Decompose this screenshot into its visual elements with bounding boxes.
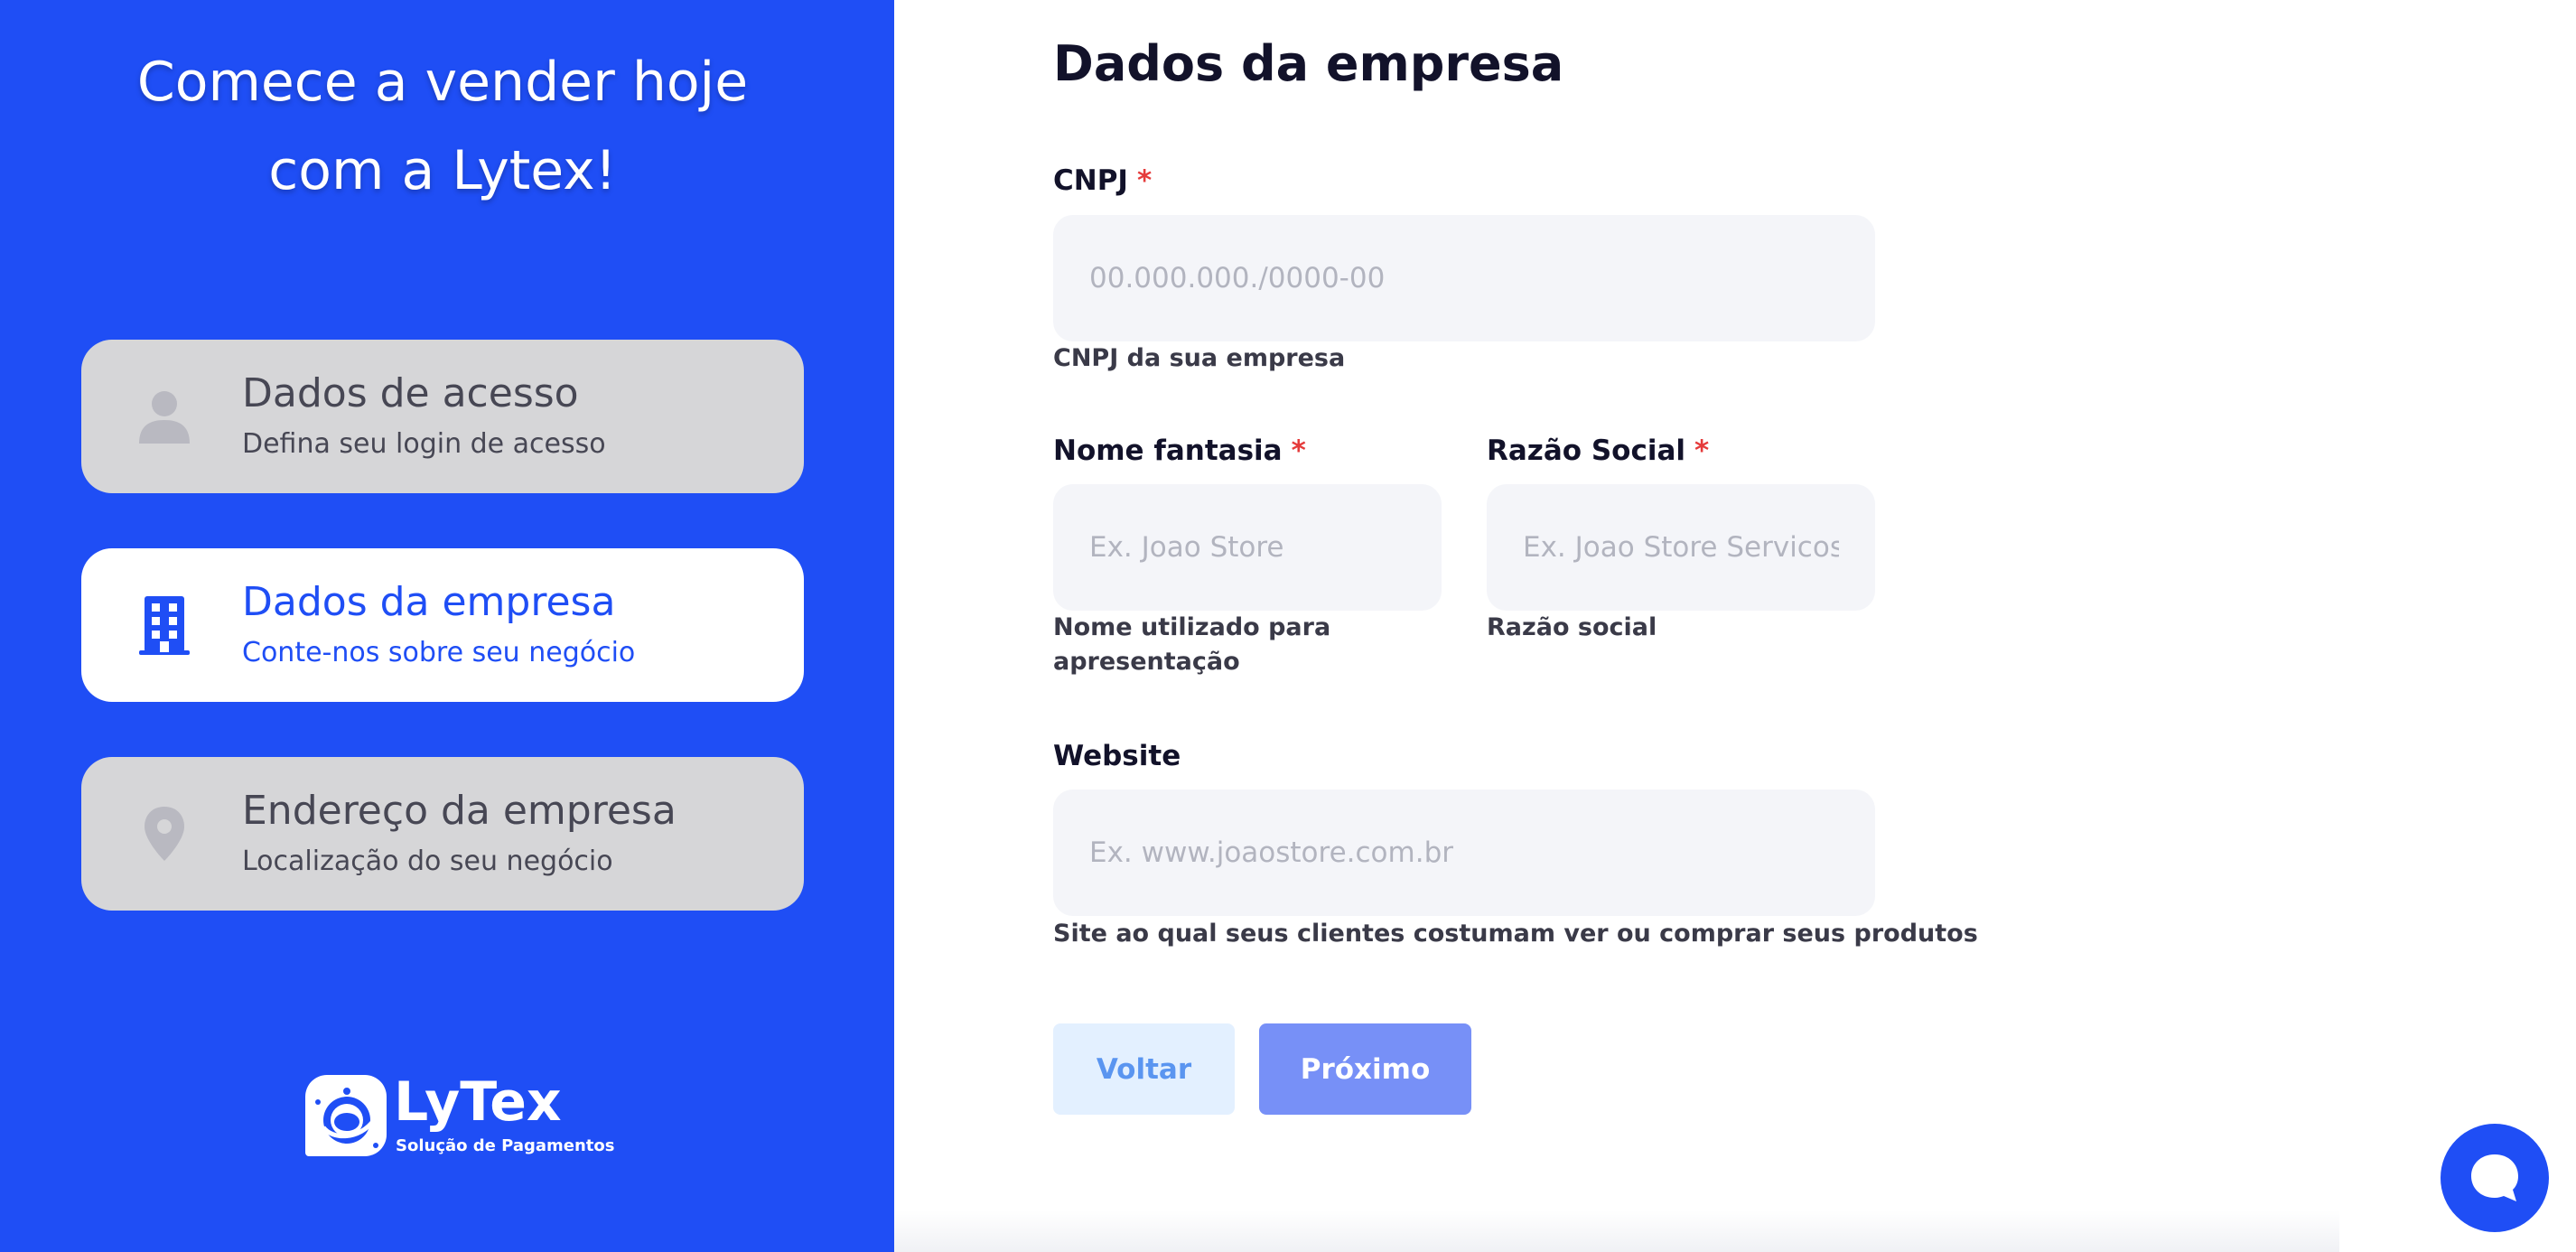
chat-bubble-icon — [2471, 1154, 2518, 1201]
step-title: Dados de acesso — [242, 370, 579, 416]
step-title: Endereço da empresa — [242, 788, 677, 834]
razao-social-input[interactable] — [1487, 484, 1875, 611]
hero-heading: Comece a vender hoje com a Lytex! — [0, 38, 885, 215]
razao-social-label-text: Razão Social — [1487, 434, 1686, 467]
step-endereco-da-empresa[interactable]: Endereço da empresa Localização do seu n… — [81, 757, 804, 911]
user-icon — [139, 391, 190, 444]
required-marker: * — [1291, 434, 1306, 467]
chat-launcher-button[interactable] — [2441, 1124, 2549, 1232]
nome-fantasia-input[interactable] — [1053, 484, 1442, 611]
step-subtitle: Defina seu login de acesso — [242, 428, 606, 460]
website-label-text: Website — [1053, 740, 1181, 772]
cnpj-hint: CNPJ da sua empresa — [1053, 344, 1346, 372]
nome-fantasia-hint-line-2: apresentação — [1053, 648, 1240, 676]
building-icon — [139, 596, 190, 655]
nome-fantasia-hint: Nome utilizado para apresentação — [1053, 611, 1330, 679]
razao-social-hint: Razão social — [1487, 613, 1657, 641]
hero-line-2: com a Lytex! — [268, 139, 617, 202]
razao-social-label: Razão Social * — [1487, 431, 1709, 471]
required-marker: * — [1694, 434, 1710, 467]
lytex-logo: LyTex Solução de Pagamentos — [305, 1070, 614, 1163]
back-button[interactable]: Voltar — [1053, 1023, 1235, 1115]
location-pin-icon — [145, 807, 184, 861]
step-subtitle: Conte-nos sobre seu negócio — [242, 637, 636, 668]
form-title: Dados da empresa — [1053, 35, 1564, 92]
step-title: Dados da empresa — [242, 579, 616, 625]
logo-badge — [305, 1075, 387, 1156]
footer-shadow — [894, 1210, 2339, 1252]
hero-line-1: Comece a vender hoje — [136, 51, 749, 114]
nome-fantasia-label: Nome fantasia * — [1053, 431, 1306, 471]
required-marker: * — [1136, 164, 1153, 197]
nome-fantasia-label-text: Nome fantasia — [1053, 434, 1283, 467]
logo-tagline: Solução de Pagamentos — [396, 1136, 615, 1155]
next-button[interactable]: Próximo — [1259, 1023, 1471, 1115]
astronaut-icon — [315, 1088, 378, 1148]
website-input[interactable] — [1053, 790, 1875, 916]
website-label: Website — [1053, 736, 1181, 776]
cnpj-label: CNPJ * — [1053, 161, 1152, 201]
step-dados-da-empresa[interactable]: Dados da empresa Conte-nos sobre seu neg… — [81, 548, 804, 702]
step-dados-de-acesso[interactable]: Dados de acesso Defina seu login de aces… — [81, 340, 804, 493]
logo-wordmark: LyTex — [394, 1070, 562, 1134]
cnpj-input[interactable] — [1053, 215, 1875, 341]
nome-fantasia-hint-line-1: Nome utilizado para — [1053, 613, 1331, 641]
onboarding-sidebar: Comece a vender hoje com a Lytex! Dados … — [0, 0, 894, 1252]
step-subtitle: Localização do seu negócio — [242, 846, 613, 877]
cnpj-label-text: CNPJ — [1053, 164, 1128, 197]
website-hint: Site ao qual seus clientes costumam ver … — [1053, 920, 1978, 948]
